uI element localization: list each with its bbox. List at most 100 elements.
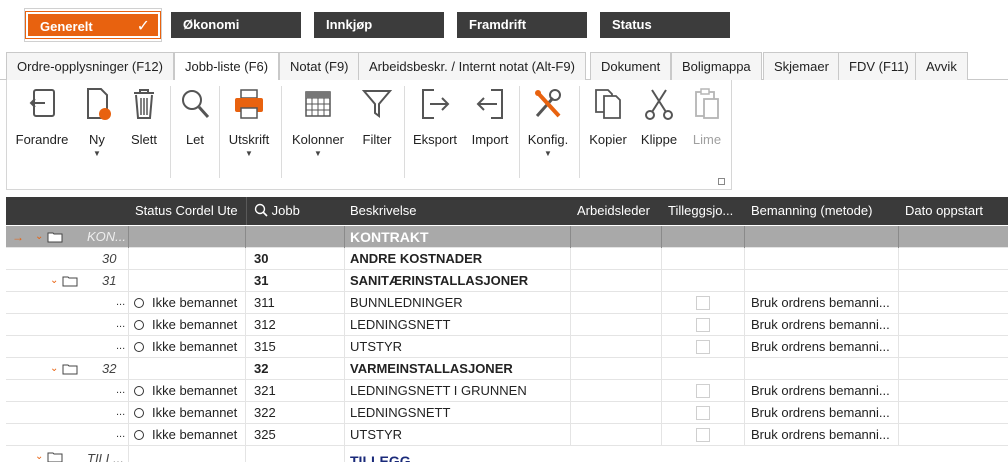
column-header-tillegg[interactable]: Tilleggsjo... [668,197,748,225]
tree-label: ... [116,384,126,396]
tab-dokument[interactable]: Dokument [590,52,672,80]
table-row[interactable]: ... Ikke bemannet 312 LEDNINGSNETT Bruk … [6,314,1008,336]
ribbon-divider [404,86,405,178]
tab-skjemaer[interactable]: Skjemaer [763,52,840,80]
module-tab-status[interactable]: Status [600,12,730,38]
cell-divider [898,424,899,446]
tab-ordre-opplysninger[interactable]: Ordre-opplysninger (F12) [6,52,174,80]
cell-divider [661,270,662,292]
table-row[interactable]: ⌄ 31 31 SANITÆRINSTALLASJONER [6,270,1008,292]
table-row-group[interactable]: ⌄ TILL... TILLEGG [6,446,1008,462]
table-row[interactable]: ... Ikke bemannet 325 UTSTYR Bruk ordren… [6,424,1008,446]
cell-divider [128,446,129,462]
tillegg-checkbox[interactable] [696,296,710,310]
column-header-beskrivelse[interactable]: Beskrivelse [350,197,560,225]
cell-divider [570,358,571,380]
cell-divider [744,424,745,446]
tab-boligmappa[interactable]: Boligmappa [671,52,762,80]
tree-label: 31 [102,273,117,288]
eksport-button[interactable]: Eksport [407,86,463,176]
column-header-jobb[interactable]: Jobb [254,197,334,225]
slett-button[interactable]: Slett [121,86,167,176]
tillegg-checkbox[interactable] [696,340,710,354]
tab-avvik[interactable]: Avvik [915,52,968,80]
forandre-label: Forandre [15,132,69,147]
collapse-icon[interactable]: ⌄ [35,226,43,248]
ny-button[interactable]: Ny ▼ [75,86,119,176]
table-row[interactable]: ... Ikke bemannet 322 LEDNINGSNETT Bruk … [6,402,1008,424]
bemanning-cell: Bruk ordrens bemanni... [751,339,890,354]
module-tab-innkjop[interactable]: Innkjøp [314,12,444,38]
kopier-button[interactable]: Kopier [583,86,633,176]
table-row-group[interactable]: → ⌄ KON... KONTRAKT [6,226,1008,248]
cell-divider [661,402,662,424]
cell-divider [128,226,129,248]
tillegg-checkbox[interactable] [696,318,710,332]
new-document-icon [87,88,111,120]
cell-divider [344,358,345,380]
tab-fdv[interactable]: FDV (F11) [838,52,920,80]
tree-label: TILL... [87,451,124,462]
bemanning-cell: Bruk ordrens bemanni... [751,383,890,398]
module-tab-framdrift[interactable]: Framdrift [457,12,587,38]
tillegg-checkbox[interactable] [696,428,710,442]
module-tab-label: Generelt [40,19,93,34]
module-tab-generelt[interactable]: Generelt ✓ [25,11,161,39]
column-header-status[interactable]: Status Cordel Ute [135,197,245,225]
cell-divider [344,424,345,446]
table-row[interactable]: 30 30 ANDRE KOSTNADER [6,248,1008,270]
tab-arbeidsbeskr[interactable]: Arbeidsbeskr. / Internt notat (Alt-F9) [358,52,586,80]
cell-divider [570,380,571,402]
cell-divider [128,402,129,424]
cell-divider [128,292,129,314]
status-text: Ikke bemannet [152,427,238,442]
cell-divider [344,402,345,424]
sub-tab-bar: Ordre-opplysninger (F12) Jobb-liste (F6)… [0,52,1008,81]
chevron-down-icon: ▼ [245,149,253,158]
cell-divider [898,314,899,336]
table-row[interactable]: ... Ikke bemannet 315 UTSTYR Bruk ordren… [6,336,1008,358]
ribbon-launcher-icon[interactable] [718,178,725,185]
kolonner-label: Kolonner [291,132,345,147]
status-cell: Ikke bemannet [134,336,244,358]
table-row[interactable]: ... Ikke bemannet 311 BUNNLEDNINGER Bruk… [6,292,1008,314]
tab-notat[interactable]: Notat (F9) [279,52,360,80]
job-number-cell: 311 [254,295,275,310]
column-header-bemanning[interactable]: Bemanning (metode) [751,197,901,225]
collapse-icon[interactable]: ⌄ [35,446,43,462]
status-cell: Ikke bemannet [134,424,244,446]
lime-button[interactable]: Lime [685,86,729,176]
table-row[interactable]: ⌄ 32 32 VARMEINSTALLASJONER [6,358,1008,380]
tools-icon [535,89,561,118]
job-number-cell: 321 [254,383,276,398]
cell-divider [245,314,246,336]
job-number-cell: 32 [254,361,269,376]
cell-divider [661,226,662,248]
filter-button[interactable]: Filter [353,86,401,176]
column-header-dato[interactable]: Dato oppstart [905,197,1005,225]
cell-divider [744,336,745,358]
kolonner-button[interactable]: Kolonner ▼ [285,86,351,176]
import-button[interactable]: Import [465,86,515,176]
table-row[interactable]: ... Ikke bemannet 321 LEDNINGSNETT I GRU… [6,380,1008,402]
let-label: Let [185,132,205,147]
tillegg-checkbox[interactable] [696,384,710,398]
module-tab-okonomi[interactable]: Økonomi [171,12,301,38]
konfig-button[interactable]: Konfig. ▼ [521,86,575,176]
status-text: Ikke bemannet [152,339,238,354]
description-cell: ANDRE KOSTNADER [350,251,483,266]
cell-divider [898,380,899,402]
cell-divider [744,226,745,248]
collapse-icon[interactable]: ⌄ [50,270,58,292]
tillegg-checkbox[interactable] [696,406,710,420]
column-header-arbeidsleder[interactable]: Arbeidsleder [577,197,663,225]
let-button[interactable]: Let [173,86,217,176]
utskrift-button[interactable]: Utskrift ▼ [221,86,277,176]
folder-open-icon [62,276,78,287]
cell-divider [661,380,662,402]
klippe-button[interactable]: Klippe [635,86,683,176]
forandre-button[interactable]: Forandre [11,86,73,176]
tab-jobb-liste[interactable]: Jobb-liste (F6) [174,52,280,81]
collapse-icon[interactable]: ⌄ [50,358,58,380]
cell-divider [570,248,571,270]
